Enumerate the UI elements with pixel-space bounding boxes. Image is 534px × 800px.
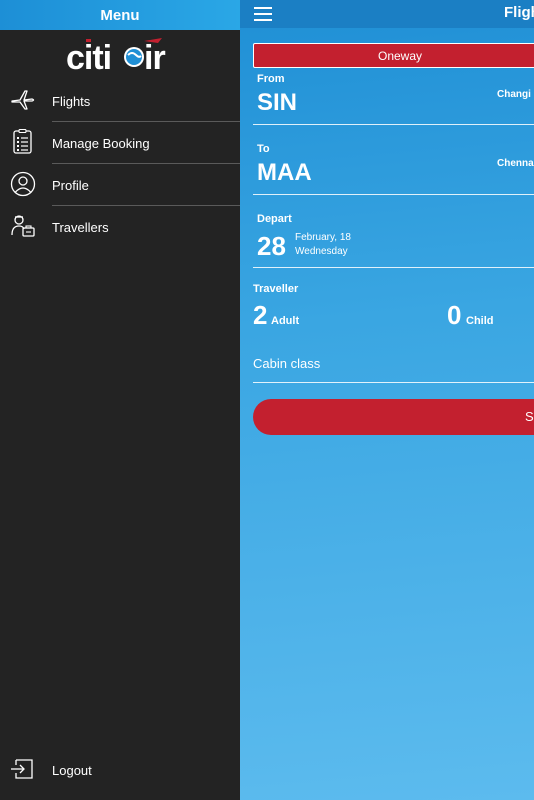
logout-icon [10, 756, 36, 782]
to-airport-code: MAA [257, 159, 312, 186]
depart-day: 28 [257, 231, 286, 261]
child-count: 0 [447, 300, 462, 330]
svg-text:citi: citi [66, 39, 111, 75]
depart-label: Depart [257, 213, 292, 225]
drawer-title: Menu [100, 6, 140, 24]
citiair-logo: citi ir [0, 30, 240, 80]
flight-search-panel: Flights Oneway From SIN Changi To MAA Ch… [240, 0, 534, 800]
adult-label: Adult [271, 315, 300, 327]
top-app-bar: Flights [240, 0, 534, 28]
logout-label: Logout [52, 762, 92, 778]
from-airport-code: SIN [257, 89, 298, 116]
cabin-class-field[interactable]: Cabin class [253, 356, 320, 371]
user-circle-icon [10, 171, 36, 197]
to-label: To [257, 143, 270, 155]
search-button-label: Search [525, 409, 534, 424]
from-city-name: Changi [497, 89, 531, 100]
checklist-icon [10, 128, 36, 155]
divider [253, 382, 534, 383]
divider [253, 124, 534, 125]
page-title: Flights [504, 4, 534, 21]
drawer-header: Menu [0, 0, 240, 30]
depart-month-day: February, 18 [295, 232, 351, 243]
menu-item-logout[interactable]: Logout [0, 749, 240, 791]
trip-type-label: Oneway [378, 48, 423, 63]
divider [253, 194, 534, 195]
depart-weekday: Wednesday [295, 246, 348, 257]
airplane-icon [10, 87, 36, 113]
menu-item-label: Travellers [52, 219, 109, 235]
menu-item-label: Profile [52, 177, 89, 193]
traveller-icon [10, 213, 36, 239]
trip-type-oneway-button[interactable]: Oneway [253, 43, 534, 68]
menu-item-manage-booking[interactable]: Manage Booking [0, 122, 240, 164]
child-label: Child [466, 315, 494, 327]
hamburger-menu-icon[interactable] [254, 7, 272, 21]
divider [253, 267, 534, 268]
search-button[interactable]: Search [253, 399, 534, 435]
menu-item-profile[interactable]: Profile [0, 164, 240, 206]
menu-item-label: Flights [52, 93, 91, 109]
menu-item-flights[interactable]: Flights [0, 80, 240, 122]
from-label: From [257, 73, 285, 85]
svg-text:ir: ir [144, 39, 165, 75]
to-city-name: Chennai [497, 158, 534, 169]
adult-count: 2 [253, 300, 268, 330]
menu-item-travellers[interactable]: Travellers [0, 206, 240, 248]
navigation-drawer: Menu citi ir Flights Manage Booking Prof… [0, 0, 240, 800]
traveller-label: Traveller [253, 283, 299, 295]
menu-item-label: Manage Booking [52, 135, 150, 151]
